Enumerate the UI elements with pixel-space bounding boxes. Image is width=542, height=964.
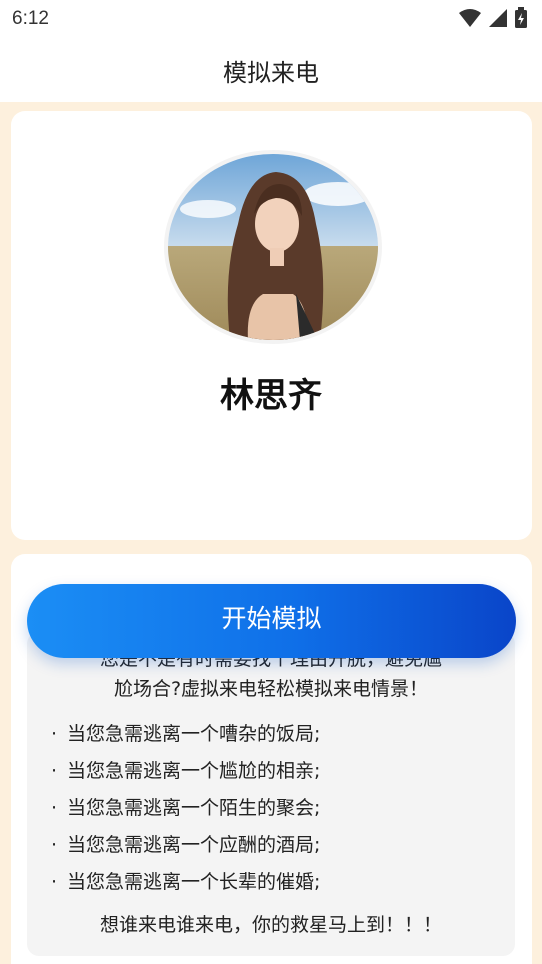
bullet: · <box>51 723 58 745</box>
bullet: · <box>51 760 58 782</box>
status-time: 6:12 <box>12 8 49 29</box>
scenario-list: · 当您急需逃离一个嘈杂的饭局; · 当您急需逃离一个尴尬的相亲; · 当您急需逃离一… <box>51 716 501 901</box>
status-bar: 6:12 <box>0 0 542 38</box>
signal-icon <box>489 9 507 27</box>
start-simulation-button[interactable]: 开始模拟 <box>27 584 516 658</box>
list-item-text: 当您急需逃离一个嘈杂的饭局; <box>67 723 321 745</box>
list-item-text: 当您急需逃离一个尴尬的相亲; <box>67 760 321 782</box>
list-item-text: 当您急需逃离一个应酬的酒局; <box>67 834 321 856</box>
header-bar: 模拟来电 <box>0 38 542 102</box>
avatar <box>164 150 382 344</box>
description-intro-line: 尬场合?虚拟来电轻松模拟来电情景！ <box>113 678 429 700</box>
status-icons <box>458 7 528 29</box>
list-item: · 当您急需逃离一个长辈的催婚; <box>51 864 501 901</box>
list-item-text: 当您急需逃离一个长辈的催婚; <box>67 871 321 893</box>
page-title: 模拟来电 <box>223 59 319 87</box>
bullet: · <box>51 871 58 893</box>
battery-charging-icon <box>515 7 527 28</box>
description-footer: 想谁来电谁来电，你的救星马上到！！！ <box>99 914 442 936</box>
bullet: · <box>51 834 58 856</box>
wifi-icon <box>459 9 481 27</box>
list-item: · 当您急需逃离一个尴尬的相亲; <box>51 753 501 790</box>
description-box: 您是不是有时需要找个理由开脱，避免尴 尬场合?虚拟来电轻松模拟来电情景！ · 当您… <box>27 632 515 956</box>
bullet: · <box>51 797 58 819</box>
list-item-text: 当您急需逃离一个陌生的聚会; <box>67 797 321 819</box>
list-item: · 当您急需逃离一个应酬的酒局; <box>51 827 501 864</box>
caller-name: 林思齐 <box>220 376 322 416</box>
portrait-photo-icon <box>168 154 378 340</box>
list-item: · 当您急需逃离一个嘈杂的饭局; <box>51 716 501 753</box>
list-item: · 当您急需逃离一个陌生的聚会; <box>51 790 501 827</box>
